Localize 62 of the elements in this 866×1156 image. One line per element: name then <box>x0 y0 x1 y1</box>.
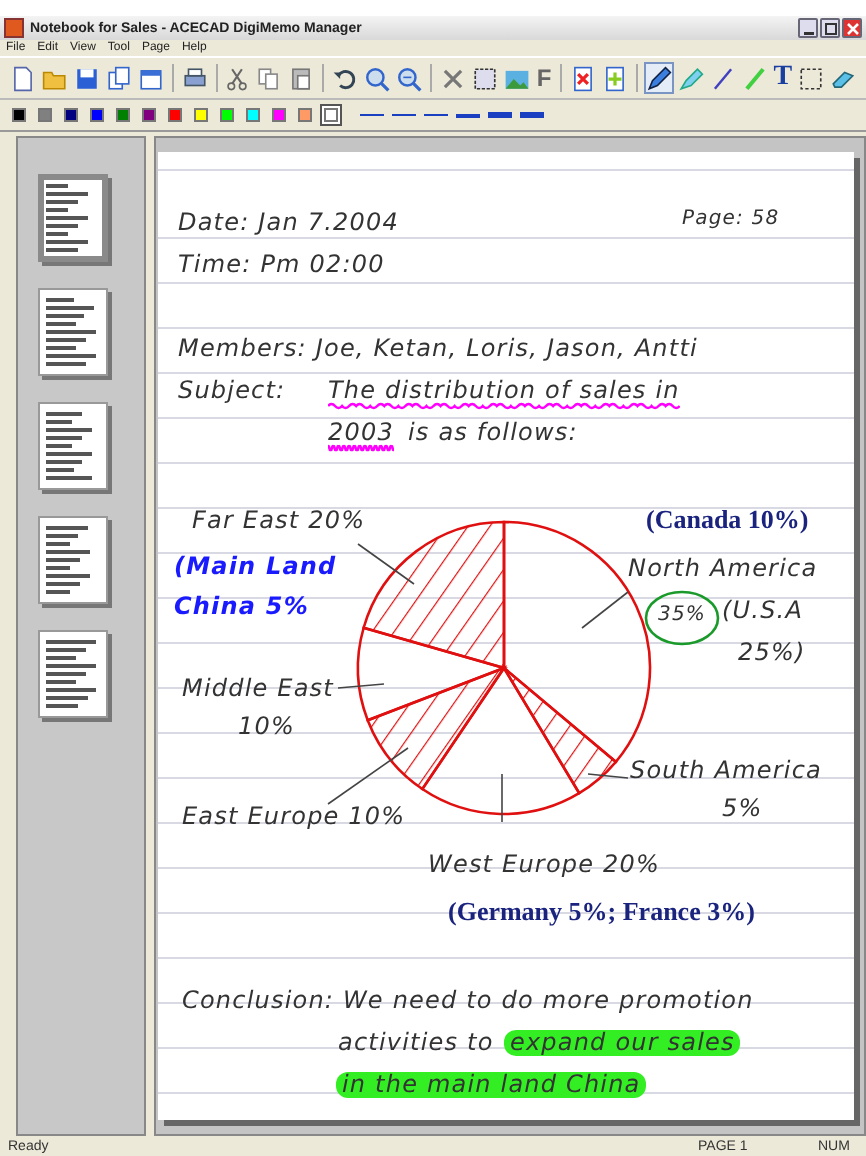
zoom-in-button[interactable] <box>362 62 393 94</box>
handwritten-note: West Europe 20% <box>428 850 660 878</box>
handwritten-note: South America <box>630 756 822 784</box>
handwritten-note: 25%) <box>738 638 806 666</box>
typed-note: (Germany 5%; France 3%) <box>448 896 755 926</box>
color-swatch[interactable] <box>242 104 264 126</box>
page-thumbnail[interactable] <box>38 402 108 490</box>
handwritten-note: is as follows: <box>408 418 578 446</box>
page-thumbnail[interactable] <box>38 630 108 718</box>
handwritten-note: activities to <box>338 1028 494 1056</box>
color-swatch[interactable] <box>190 104 212 126</box>
color-swatch[interactable] <box>216 104 238 126</box>
color-swatch[interactable] <box>138 104 160 126</box>
color-swatch[interactable] <box>86 104 108 126</box>
maximize-button[interactable] <box>820 18 840 38</box>
circle-mark <box>644 590 720 646</box>
handwritten-note: Members: Joe, Ketan, Loris, Jason, Antti <box>178 334 698 362</box>
handwritten-note: China 5% <box>174 592 309 620</box>
handwritten-note: 5% <box>722 794 763 822</box>
color-swatch[interactable] <box>164 104 186 126</box>
handwritten-note: The distribution of sales in <box>328 376 680 404</box>
handwritten-note: expand our sales <box>510 1028 735 1056</box>
handwritten-note: in the main land China <box>342 1070 641 1098</box>
handwritten-note: (Main Land <box>174 552 337 580</box>
maximize-icon <box>823 21 837 35</box>
color-swatch[interactable] <box>34 104 56 126</box>
color-swatch[interactable] <box>294 104 316 126</box>
select-tool-button[interactable] <box>796 62 827 94</box>
handwritten-note: North America <box>628 554 818 582</box>
color-swatch[interactable] <box>112 104 134 126</box>
marker-tool-button[interactable] <box>739 62 770 94</box>
typed-note: (Canada 10%) <box>646 504 809 534</box>
color-swatch[interactable] <box>320 104 342 126</box>
handwritten-note: 2003 <box>328 418 394 446</box>
handwritten-note: Time: Pm 02:00 <box>178 250 385 278</box>
pen-tool-button[interactable] <box>643 62 674 94</box>
page-thumbnail[interactable] <box>38 516 108 604</box>
handwritten-note: 35% <box>658 604 707 626</box>
app-icon <box>4 18 24 38</box>
page-thumbnail[interactable] <box>38 174 108 262</box>
handwritten-note: East Europe 10% <box>182 802 406 830</box>
color-swatch[interactable] <box>268 104 290 126</box>
handwritten-note: (U.S.A <box>722 596 804 624</box>
zoom-out-button[interactable] <box>394 62 425 94</box>
handwritten-note: Conclusion: We need to do more promotion <box>182 986 754 1014</box>
handwritten-note: Middle East <box>182 674 334 702</box>
handwritten-note: Far East 20% <box>192 506 366 534</box>
handwritten-note: Date: Jan 7.2004 <box>178 208 399 236</box>
close-button[interactable] <box>842 18 862 38</box>
color-swatch[interactable] <box>60 104 82 126</box>
text-tool-button[interactable]: T <box>771 62 795 94</box>
select-page-button[interactable] <box>469 62 500 94</box>
new-file-button[interactable] <box>8 62 38 94</box>
handwritten-note: 10% <box>238 712 295 740</box>
handwritten-note: Page: 58 <box>682 208 780 230</box>
page-thumbnail[interactable] <box>38 288 108 376</box>
pages-button[interactable] <box>104 62 134 94</box>
font-button[interactable]: F <box>533 62 555 94</box>
handwritten-note: Subject: <box>178 376 286 404</box>
color-swatch[interactable] <box>8 104 30 126</box>
minimize-button[interactable] <box>798 18 818 38</box>
close-icon <box>845 21 859 35</box>
